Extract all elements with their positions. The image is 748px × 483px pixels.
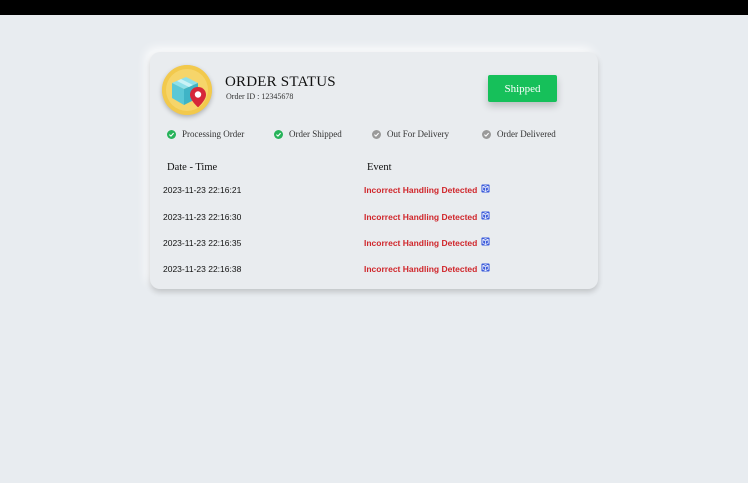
page-title: ORDER STATUS: [225, 74, 336, 90]
package-alert-icon[interactable]: [481, 211, 490, 220]
row-event: Incorrect Handling Detected: [364, 264, 478, 274]
table-row: 2023-11-23 22:16:21 Incorrect Handling D…: [163, 184, 583, 197]
order-status-card: ORDER STATUS Order ID : 12345678 Shipped…: [150, 52, 598, 289]
step-processing-order: Processing Order: [167, 129, 244, 139]
step-label: Processing Order: [182, 129, 245, 139]
order-id: Order ID : 12345678: [226, 92, 294, 101]
package-alert-icon[interactable]: [481, 184, 490, 193]
row-datetime: 2023-11-23 22:16:35: [163, 238, 242, 248]
step-order-shipped: Order Shipped: [274, 129, 342, 139]
step-label: Order Delivered: [497, 129, 556, 139]
row-event: Incorrect Handling Detected: [364, 185, 478, 195]
step-label: Order Shipped: [289, 129, 342, 139]
step-label: Out For Delivery: [387, 129, 449, 139]
check-circle-icon: [372, 129, 381, 139]
row-datetime: 2023-11-23 22:16:38: [163, 264, 242, 274]
package-alert-icon[interactable]: [481, 263, 490, 272]
table-row: 2023-11-23 22:16:30 Incorrect Handling D…: [163, 211, 583, 224]
column-header-datetime: Date - Time: [167, 162, 218, 173]
check-circle-icon: [274, 129, 283, 139]
top-bar: [0, 0, 748, 15]
row-datetime: 2023-11-23 22:16:30: [163, 212, 242, 222]
shipped-status-button[interactable]: Shipped: [488, 75, 557, 102]
column-header-event: Event: [367, 162, 392, 173]
package-alert-icon[interactable]: [481, 237, 490, 246]
step-out-for-delivery: Out For Delivery: [372, 129, 449, 139]
table-row: 2023-11-23 22:16:38 Incorrect Handling D…: [163, 263, 583, 276]
row-datetime: 2023-11-23 22:16:21: [163, 185, 242, 195]
package-location-icon: [162, 65, 212, 115]
table-row: 2023-11-23 22:16:35 Incorrect Handling D…: [163, 237, 583, 250]
progress-steps: Processing Order Order Shipped Out For D…: [167, 129, 597, 143]
check-circle-icon: [167, 129, 176, 139]
row-event: Incorrect Handling Detected: [364, 238, 478, 248]
row-event: Incorrect Handling Detected: [364, 212, 478, 222]
check-circle-icon: [482, 129, 491, 139]
step-order-delivered: Order Delivered: [482, 129, 556, 139]
